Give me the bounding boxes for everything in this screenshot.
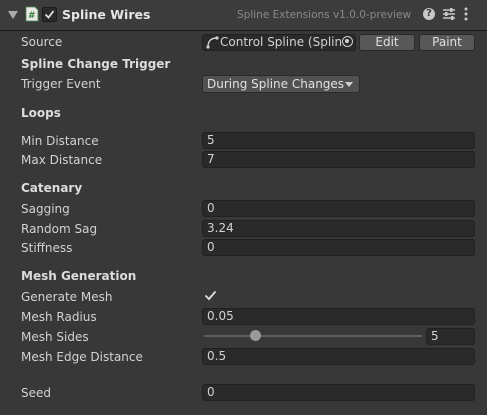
seed-field[interactable]: 0	[202, 384, 475, 401]
random-sag-field[interactable]: 3.24	[202, 220, 475, 237]
foldout-arrow-icon[interactable]	[8, 11, 18, 19]
min-distance-label: Min Distance	[21, 134, 99, 148]
component-enabled-checkbox[interactable]	[42, 7, 57, 22]
trigger-event-value: During Spline Changes	[207, 77, 345, 91]
mesh-sides-field[interactable]: 5	[426, 328, 475, 345]
section-spline-change-trigger: Spline Change Trigger	[21, 57, 171, 71]
generate-mesh-checkbox[interactable]	[204, 289, 217, 302]
max-distance-field[interactable]: 7	[202, 151, 475, 168]
mesh-edge-distance-label: Mesh Edge Distance	[21, 350, 143, 364]
mesh-radius-field[interactable]: 0.05	[202, 308, 475, 325]
trigger-event-label: Trigger Event	[21, 77, 101, 91]
paint-button[interactable]: Paint	[419, 34, 475, 51]
stiffness-field[interactable]: 0	[202, 239, 475, 256]
trigger-event-dropdown[interactable]: During Spline Changes	[202, 75, 360, 93]
script-icon: #	[25, 6, 39, 22]
presets-icon[interactable]	[442, 8, 456, 20]
spline-icon	[206, 36, 219, 49]
sagging-label: Sagging	[21, 202, 70, 216]
dropdown-caret-icon	[345, 82, 353, 87]
sagging-field[interactable]: 0	[202, 200, 475, 217]
svg-text:#: #	[28, 11, 36, 21]
source-object-name: Control Spline (Spline	[220, 35, 350, 49]
mesh-edge-distance-field[interactable]: 0.5	[202, 348, 475, 365]
seed-label: Seed	[21, 386, 51, 400]
source-label: Source	[21, 35, 63, 49]
section-loops: Loops	[21, 106, 61, 120]
edit-button[interactable]: Edit	[359, 34, 415, 51]
object-picker-icon[interactable]	[342, 36, 353, 47]
max-distance-label: Max Distance	[21, 153, 103, 167]
min-distance-field[interactable]: 5	[202, 132, 475, 149]
generate-mesh-label: Generate Mesh	[21, 290, 113, 304]
mesh-sides-slider-handle[interactable]	[250, 330, 261, 341]
component-header: # Spline Wires Spline Extensions v1.0.0-…	[0, 0, 487, 31]
version-label: Spline Extensions v1.0.0-preview	[237, 9, 412, 21]
stiffness-label: Stiffness	[21, 241, 73, 255]
mesh-sides-slider-track[interactable]	[204, 335, 422, 337]
mesh-sides-label: Mesh Sides	[21, 330, 89, 344]
context-menu-icon[interactable]	[463, 7, 469, 21]
random-sag-label: Random Sag	[21, 222, 98, 236]
section-catenary: Catenary	[21, 181, 83, 195]
mesh-radius-label: Mesh Radius	[21, 310, 97, 324]
section-mesh-generation: Mesh Generation	[21, 269, 137, 283]
source-object-field[interactable]: Control Spline (Spline	[202, 34, 356, 51]
help-icon[interactable]: ?	[423, 8, 435, 20]
component-title: Spline Wires	[62, 7, 151, 22]
